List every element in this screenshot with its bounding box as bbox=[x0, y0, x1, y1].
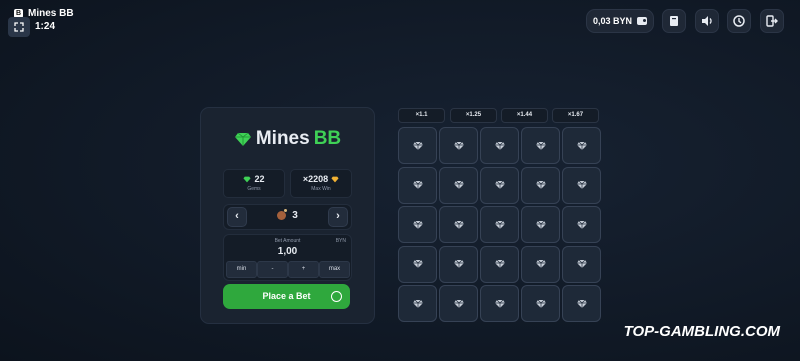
diamond-icon bbox=[576, 259, 587, 268]
bet-amount-input[interactable]: 1,00 bbox=[224, 246, 351, 257]
diamond-icon bbox=[494, 141, 505, 150]
diamond-icon bbox=[535, 259, 546, 268]
diamond-icon bbox=[412, 259, 423, 268]
grid-cell[interactable] bbox=[480, 285, 519, 322]
diamond-icon bbox=[535, 180, 546, 189]
history-button[interactable] bbox=[727, 9, 751, 33]
gems-value: 22 bbox=[254, 174, 265, 184]
multiplier-badge: ×1.25 bbox=[450, 108, 497, 123]
app-title: Mines BB bbox=[28, 8, 74, 19]
book-icon bbox=[670, 16, 678, 26]
clock-text: 1:24 bbox=[35, 21, 56, 32]
diamond-icon bbox=[412, 180, 423, 189]
multiplier-badge: ×1.67 bbox=[552, 108, 599, 123]
max-win-stat: ×2208 Max Win bbox=[290, 169, 352, 198]
bet-amount-label: Bet Amount bbox=[274, 238, 301, 244]
grid-cell[interactable] bbox=[521, 245, 560, 283]
exit-button[interactable] bbox=[760, 9, 784, 33]
diamond-icon bbox=[535, 299, 546, 308]
grid-cell[interactable] bbox=[521, 285, 560, 322]
exit-icon bbox=[766, 15, 778, 27]
diamond-icon bbox=[453, 141, 464, 150]
grid-cell[interactable] bbox=[562, 127, 601, 164]
grid-cell[interactable] bbox=[439, 127, 478, 164]
logo-text-1: Mines bbox=[255, 128, 310, 149]
diamond-icon bbox=[453, 220, 464, 229]
gems-stat: 22 Gems bbox=[223, 169, 285, 198]
mines-selector: ‹ 3 › bbox=[223, 204, 352, 230]
logo-text-2: BB bbox=[313, 128, 342, 149]
grid-cell[interactable] bbox=[439, 166, 478, 204]
grid-cell[interactable] bbox=[439, 206, 478, 243]
diamond-icon bbox=[412, 141, 423, 150]
autoplay-icon[interactable] bbox=[331, 291, 342, 302]
max-win-label: Max Win bbox=[311, 186, 331, 192]
grid-cell[interactable] bbox=[398, 206, 437, 243]
grid-cell[interactable] bbox=[439, 245, 478, 283]
grid-cell[interactable] bbox=[439, 285, 478, 322]
diamond-icon bbox=[412, 299, 423, 308]
diamond-icon bbox=[535, 141, 546, 150]
bomb-icon bbox=[277, 209, 288, 220]
grid-cell[interactable] bbox=[398, 285, 437, 322]
history-icon bbox=[733, 15, 745, 27]
grid-cell[interactable] bbox=[562, 206, 601, 243]
diamond-icon bbox=[453, 299, 464, 308]
grid-cell[interactable] bbox=[480, 245, 519, 283]
window-header: B Mines BB 1:24 bbox=[8, 7, 74, 37]
grid-cell[interactable] bbox=[480, 206, 519, 243]
sound-button[interactable] bbox=[695, 9, 719, 33]
watermark-text: TOP-GAMBLING.COM bbox=[623, 323, 780, 340]
place-bet-button[interactable]: Place a Bet bbox=[223, 284, 350, 309]
bet-amount-box: Bet Amount BYN 1,00 min - + max bbox=[223, 234, 352, 281]
grid-cell[interactable] bbox=[521, 166, 560, 204]
wallet-icon bbox=[637, 17, 648, 25]
max-win-value: ×2208 bbox=[302, 174, 329, 184]
grid-cell[interactable] bbox=[562, 166, 601, 204]
control-panel: Mines BB 22 Gems ×2208 Max Win ‹ 3 › Bet … bbox=[200, 107, 375, 324]
bet-increase-button[interactable]: + bbox=[288, 261, 319, 278]
bet-currency: BYN bbox=[335, 238, 346, 244]
diamond-icon bbox=[494, 180, 505, 189]
grid-cell[interactable] bbox=[562, 245, 601, 283]
bet-decrease-button[interactable]: - bbox=[257, 261, 288, 278]
balance-display[interactable]: 0,03 BYN bbox=[586, 9, 654, 33]
grid-cell[interactable] bbox=[398, 127, 437, 164]
grid-cell[interactable] bbox=[398, 245, 437, 283]
diamond-icon bbox=[412, 220, 423, 229]
gem-icon bbox=[243, 176, 252, 182]
bet-max-button[interactable]: max bbox=[319, 261, 350, 278]
grid-cell[interactable] bbox=[562, 285, 601, 322]
grid-cell[interactable] bbox=[521, 206, 560, 243]
rules-button[interactable] bbox=[662, 9, 686, 33]
diamond-icon bbox=[535, 220, 546, 229]
fullscreen-icon[interactable] bbox=[8, 16, 30, 37]
diamond-icon bbox=[494, 220, 505, 229]
gem-icon bbox=[234, 132, 251, 146]
diamond-icon bbox=[576, 180, 587, 189]
diamond-icon bbox=[453, 180, 464, 189]
multiplier-badge: ×1.1 bbox=[398, 108, 445, 123]
bet-min-button[interactable]: min bbox=[226, 261, 257, 278]
diamond-icon bbox=[576, 299, 587, 308]
gems-label: Gems bbox=[247, 186, 261, 192]
diamond-icon bbox=[576, 220, 587, 229]
game-logo: Mines BB bbox=[201, 128, 374, 150]
grid-cell[interactable] bbox=[398, 166, 437, 204]
diamond-icon bbox=[494, 299, 505, 308]
gold-gem-icon bbox=[331, 176, 339, 182]
mines-count: 3 bbox=[292, 210, 298, 221]
balance-value: 0,03 BYN bbox=[592, 16, 633, 26]
diamond-icon bbox=[494, 259, 505, 268]
grid-cell[interactable] bbox=[480, 127, 519, 164]
speaker-icon bbox=[702, 16, 712, 26]
diamond-icon bbox=[576, 141, 587, 150]
grid-cell[interactable] bbox=[521, 127, 560, 164]
mines-increase-button[interactable]: › bbox=[328, 207, 348, 227]
multiplier-badge: ×1.44 bbox=[501, 108, 548, 123]
diamond-icon bbox=[453, 259, 464, 268]
grid-cell[interactable] bbox=[480, 166, 519, 204]
